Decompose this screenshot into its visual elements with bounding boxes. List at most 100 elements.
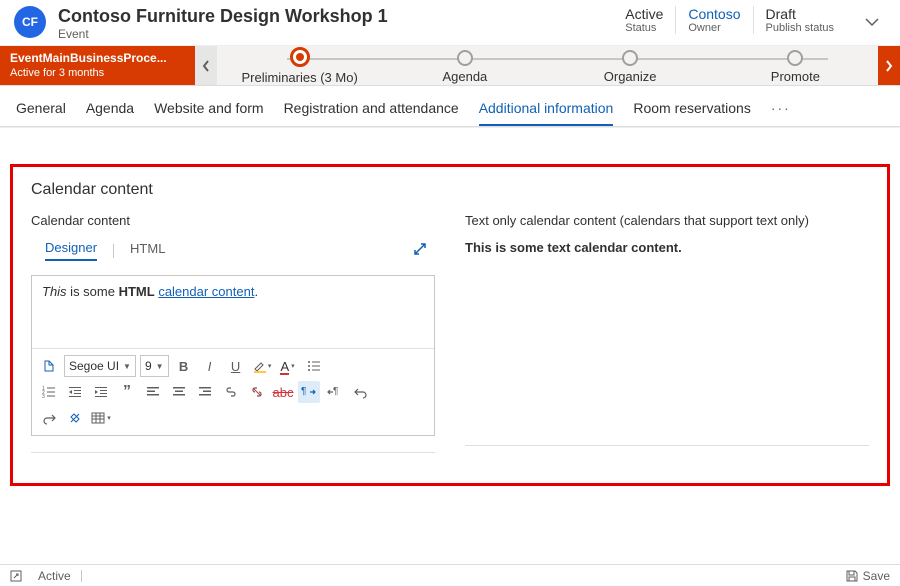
status-value: Active	[625, 6, 663, 22]
bpf-process-name: EventMainBusinessProce...	[10, 51, 185, 67]
align-right-icon	[198, 385, 212, 399]
font-family-select[interactable]: Segoe UI▼	[64, 355, 136, 377]
align-left-icon	[146, 385, 160, 399]
section-title: Calendar content	[31, 181, 869, 199]
field-underline-right	[465, 445, 869, 446]
tab-divider	[113, 244, 114, 258]
rich-text-editor: This is some HTML calendar content. Sego…	[31, 275, 435, 436]
avatar: CF	[14, 6, 46, 38]
format-painter-icon	[42, 359, 56, 373]
bpf-stage-organize[interactable]: Organize	[548, 47, 713, 84]
italic-button[interactable]: I	[199, 355, 221, 377]
clear-format-icon	[68, 411, 82, 425]
tab-room-reservations[interactable]: Room reservations	[633, 94, 751, 126]
increase-indent-button[interactable]	[90, 381, 112, 403]
form-header: CF Contoso Furniture Design Workshop 1 E…	[0, 0, 900, 46]
tab-website-and-form[interactable]: Website and form	[154, 94, 263, 126]
square-expand-icon	[10, 570, 22, 582]
number-list-button[interactable]: 123	[38, 381, 60, 403]
link-icon	[224, 385, 238, 399]
owner-field: Contoso Owner	[675, 6, 752, 34]
field-underline	[31, 452, 435, 453]
table-icon	[91, 411, 105, 425]
indent-icon	[94, 385, 108, 399]
bullet-list-button[interactable]	[303, 355, 325, 377]
editor-mode-tabs: Designer HTML	[31, 240, 435, 261]
format-painter-button[interactable]	[38, 355, 60, 377]
text-calendar-label: Text only calendar content (calendars th…	[465, 213, 869, 228]
number-list-icon: 123	[42, 385, 56, 399]
header-expand-chevron[interactable]	[858, 6, 886, 30]
editor-toolbar: Segoe UI▼ 9▼ B I U ▾ A▾ 123	[32, 348, 434, 435]
link-button[interactable]	[220, 381, 242, 403]
save-button[interactable]: Save	[845, 569, 890, 583]
publish-value: Draft	[766, 6, 834, 22]
business-process-flow: EventMainBusinessProce... Active for 3 m…	[0, 46, 900, 86]
bold-button[interactable]: B	[173, 355, 195, 377]
unlink-button[interactable]	[246, 381, 268, 403]
font-size-select[interactable]: 9▼	[140, 355, 169, 377]
rtl-icon: ¶	[327, 385, 343, 399]
tab-additional-information[interactable]: Additional information	[479, 94, 614, 126]
text-calendar-content-field: Text only calendar content (calendars th…	[465, 213, 869, 453]
owner-value[interactable]: Contoso	[688, 6, 740, 22]
expand-editor-button[interactable]	[413, 242, 427, 260]
publish-label: Publish status	[766, 22, 834, 34]
undo-icon	[354, 385, 368, 399]
bpf-stage-preliminaries[interactable]: Preliminaries (3 Mo)	[217, 46, 382, 85]
publish-field: Draft Publish status	[753, 6, 846, 34]
tab-overflow[interactable]: ···	[771, 94, 791, 126]
bpf-stage-promote[interactable]: Promote	[713, 47, 878, 84]
form-footer: Active Save	[0, 564, 900, 586]
header-status-group: Active Status Contoso Owner Draft Publis…	[613, 6, 846, 34]
editor-content-area[interactable]: This is some HTML calendar content.	[32, 276, 434, 348]
align-right-button[interactable]	[194, 381, 216, 403]
footer-status: Active	[38, 569, 71, 583]
chevron-down-icon	[864, 14, 880, 30]
calendar-content-label: Calendar content	[31, 213, 435, 228]
bpf-process-tile[interactable]: EventMainBusinessProce... Active for 3 m…	[0, 46, 195, 85]
rtl-direction-button[interactable]: ¶	[324, 381, 346, 403]
status-label: Status	[625, 22, 663, 34]
status-field: Active Status	[613, 6, 675, 34]
html-tab[interactable]: HTML	[130, 241, 165, 260]
blockquote-button[interactable]: ”	[116, 381, 138, 403]
tab-general[interactable]: General	[16, 94, 66, 126]
footer-expand-button[interactable]	[10, 570, 22, 582]
bullet-list-icon	[307, 359, 321, 373]
align-left-button[interactable]	[142, 381, 164, 403]
svg-text:¶: ¶	[333, 386, 338, 397]
font-color-button[interactable]: A▾	[277, 355, 299, 377]
save-icon	[845, 569, 859, 583]
bpf-next-arrow[interactable]	[878, 46, 900, 85]
strikethrough-button[interactable]: abc	[272, 381, 294, 403]
bpf-stage-agenda[interactable]: Agenda	[382, 47, 547, 84]
tab-registration[interactable]: Registration and attendance	[284, 94, 459, 126]
bpf-duration: Active for 3 months	[10, 66, 185, 80]
table-button[interactable]: ▾	[90, 407, 112, 429]
highlight-color-button[interactable]: ▾	[251, 355, 273, 377]
designer-tab[interactable]: Designer	[45, 240, 97, 261]
align-center-button[interactable]	[168, 381, 190, 403]
bpf-prev-arrow[interactable]	[195, 46, 217, 85]
tab-agenda[interactable]: Agenda	[86, 94, 134, 126]
entity-name: Event	[58, 27, 601, 41]
form-body[interactable]: Calendar content Calendar content Design…	[0, 127, 900, 529]
decrease-indent-button[interactable]	[64, 381, 86, 403]
expand-icon	[413, 242, 427, 256]
clear-format-button[interactable]	[64, 407, 86, 429]
svg-text:3: 3	[42, 394, 45, 399]
text-calendar-value[interactable]: This is some text calendar content.	[465, 240, 869, 255]
title-block: Contoso Furniture Design Workshop 1 Even…	[58, 6, 601, 41]
svg-text:¶: ¶	[301, 386, 306, 397]
page-title: Contoso Furniture Design Workshop 1	[58, 6, 601, 27]
undo-button[interactable]	[350, 381, 372, 403]
chevron-right-icon	[884, 59, 894, 73]
form-tabs: General Agenda Website and form Registra…	[0, 86, 900, 127]
ltr-direction-button[interactable]: ¶	[298, 381, 320, 403]
underline-button[interactable]: U	[225, 355, 247, 377]
chevron-left-icon	[201, 59, 211, 73]
outdent-icon	[68, 385, 82, 399]
redo-button[interactable]	[38, 407, 60, 429]
calendar-content-section: Calendar content Calendar content Design…	[10, 164, 890, 486]
